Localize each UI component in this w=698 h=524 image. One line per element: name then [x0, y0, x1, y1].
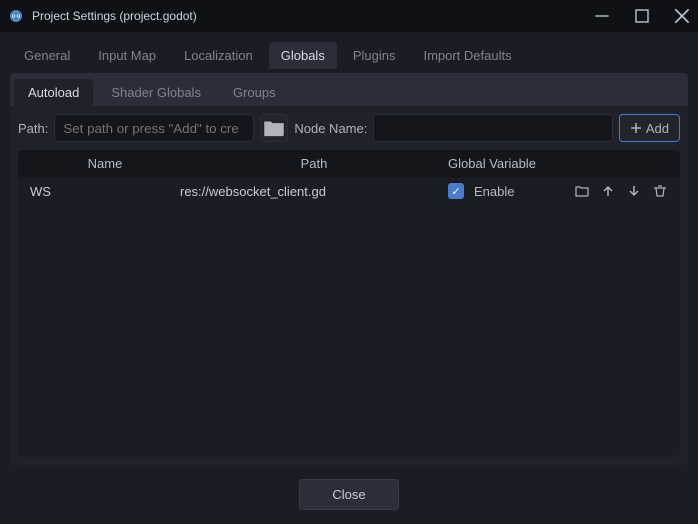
add-button[interactable]: Add [619, 114, 680, 142]
enable-checkbox[interactable]: ✓ [448, 183, 464, 199]
godot-icon [8, 8, 24, 24]
delete-icon[interactable] [652, 183, 668, 199]
node-name-label: Node Name: [294, 121, 367, 136]
tab-globals[interactable]: Globals [269, 42, 337, 69]
path-input[interactable] [54, 114, 254, 142]
table-row[interactable]: WS res://websocket_client.gd ✓ Enable [18, 177, 680, 205]
close-window-button[interactable] [674, 8, 690, 24]
close-button[interactable]: Close [299, 479, 398, 510]
maximize-button[interactable] [634, 8, 650, 24]
dialog-footer: Close [0, 465, 698, 524]
table-header: Name Path Global Variable [18, 150, 680, 177]
tab-input-map[interactable]: Input Map [86, 42, 168, 69]
header-global-variable: Global Variable [448, 156, 668, 171]
titlebar: Project Settings (project.godot) [0, 0, 698, 32]
node-name-input[interactable] [373, 114, 613, 142]
subtab-shader-globals[interactable]: Shader Globals [97, 79, 215, 106]
tab-plugins[interactable]: Plugins [341, 42, 408, 69]
move-down-icon[interactable] [626, 183, 642, 199]
subtab-groups[interactable]: Groups [219, 79, 290, 106]
main-tabs: General Input Map Localization Globals P… [12, 42, 686, 69]
tab-localization[interactable]: Localization [172, 42, 265, 69]
add-button-label: Add [646, 121, 669, 136]
window-title: Project Settings (project.godot) [32, 9, 594, 23]
sub-tabs: Autoload Shader Globals Groups [10, 73, 688, 106]
table-body: WS res://websocket_client.gd ✓ Enable [18, 177, 680, 457]
header-path: Path [180, 156, 448, 171]
browse-path-button[interactable] [260, 114, 288, 142]
row-path: res://websocket_client.gd [180, 184, 448, 199]
enable-label: Enable [474, 184, 564, 199]
row-name: WS [30, 184, 180, 199]
plus-icon [630, 122, 642, 134]
autoload-toolbar: Path: Node Name: Add [10, 106, 688, 150]
open-folder-icon[interactable] [574, 183, 590, 199]
path-label: Path: [18, 121, 48, 136]
move-up-icon[interactable] [600, 183, 616, 199]
subtab-autoload[interactable]: Autoload [14, 79, 93, 106]
tab-general[interactable]: General [12, 42, 82, 69]
tab-import-defaults[interactable]: Import Defaults [411, 42, 523, 69]
minimize-button[interactable] [594, 8, 610, 24]
header-name: Name [30, 156, 180, 171]
